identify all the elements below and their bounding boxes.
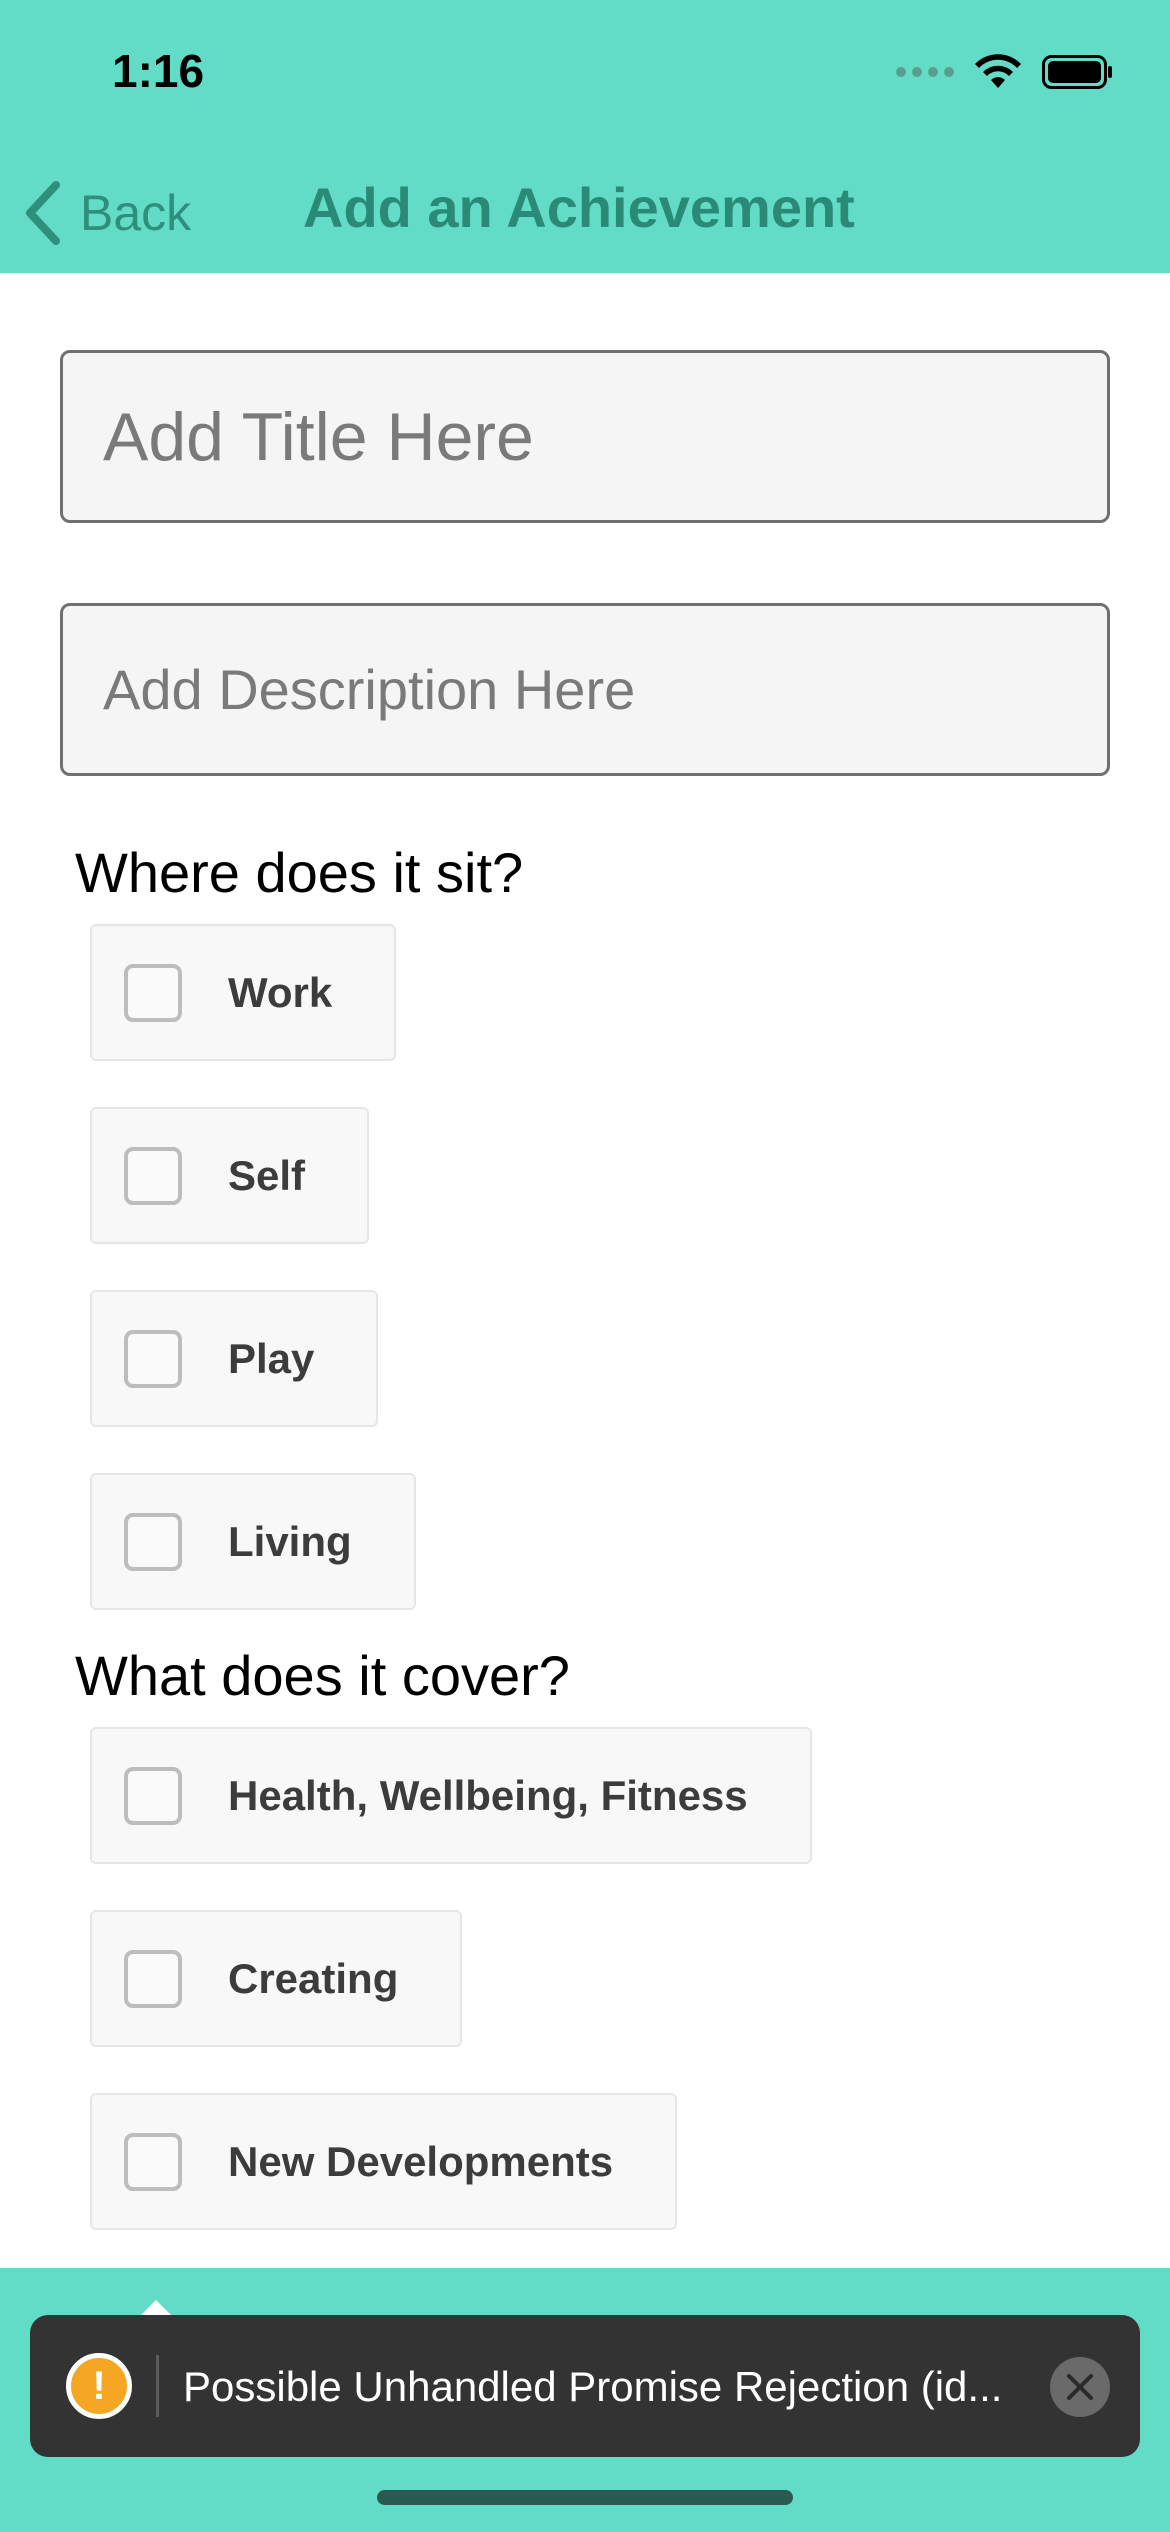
category-option-living[interactable]: Living — [90, 1473, 416, 1610]
checkbox[interactable] — [124, 1512, 182, 1571]
checkbox[interactable] — [124, 963, 182, 1022]
cover-option-creating[interactable]: Creating — [90, 1910, 463, 2047]
cover-option-new-developments[interactable]: New Developments — [90, 2093, 678, 2230]
exclamation-icon: ! — [66, 2353, 132, 2419]
checkbox[interactable] — [124, 1766, 182, 1825]
option-label: New Developments — [228, 2137, 614, 2185]
checkbox[interactable] — [124, 1949, 182, 2008]
wifi-icon — [975, 54, 1021, 88]
where-heading: Where does it sit? — [75, 841, 524, 904]
toast-divider — [156, 2355, 159, 2417]
option-label: Health, Wellbeing, Fitness — [228, 1771, 748, 1819]
description-input[interactable] — [60, 603, 1110, 776]
header: 1:16 Back Add an Achievement — [0, 0, 1170, 273]
checkbox[interactable] — [124, 1146, 182, 1205]
page-title: Add an Achievement — [303, 176, 855, 239]
back-label: Back — [80, 185, 192, 241]
checkbox[interactable] — [124, 1329, 182, 1388]
close-icon — [1067, 2374, 1093, 2400]
screen: 1:16 Back Add an Achievement Add Title H… — [0, 0, 1170, 2532]
home-indicator — [377, 2490, 793, 2505]
option-label: Living — [228, 1517, 352, 1565]
cover-option-health[interactable]: Health, Wellbeing, Fitness — [90, 1727, 812, 1864]
category-option-play[interactable]: Play — [90, 1290, 379, 1427]
option-label: Creating — [228, 1954, 399, 2002]
cover-heading: What does it cover? — [75, 1644, 570, 1707]
back-button[interactable]: Back — [22, 173, 191, 253]
toast-close-button[interactable] — [1050, 2357, 1110, 2417]
option-label: Work — [228, 968, 333, 1016]
status-icons — [896, 52, 1114, 92]
category-option-self[interactable]: Self — [90, 1107, 370, 1244]
cellular-signal-icon — [896, 67, 954, 77]
checkbox[interactable] — [124, 2132, 182, 2191]
nav-bar: Back Add an Achievement — [0, 165, 1170, 255]
toast-message: Possible Unhandled Promise Rejection (id… — [183, 2363, 1003, 2410]
error-toast[interactable]: ! Possible Unhandled Promise Rejection (… — [30, 2315, 1140, 2457]
chevron-left-icon — [26, 181, 60, 245]
option-label: Play — [228, 1334, 315, 1382]
category-option-work[interactable]: Work — [90, 924, 397, 1061]
status-time: 1:16 — [112, 45, 205, 97]
option-label: Self — [228, 1151, 306, 1199]
toast-arrow — [140, 2300, 172, 2316]
title-input[interactable] — [60, 350, 1110, 523]
battery-icon — [1042, 55, 1112, 89]
